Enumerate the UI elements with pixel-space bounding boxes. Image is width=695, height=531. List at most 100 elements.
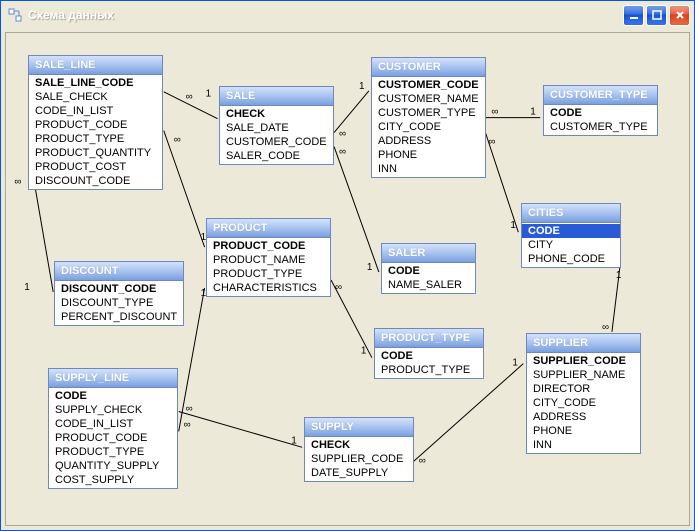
field-product_code[interactable]: PRODUCT_CODE [207,239,330,253]
table-title[interactable]: DISCOUNT [55,262,183,281]
table-discount[interactable]: DISCOUNTDISCOUNT_CODEDISCOUNT_TYPEPERCEN… [54,261,184,326]
table-cities[interactable]: CITIESCODECITYPHONE_CODE [521,203,621,268]
table-title[interactable]: SUPPLY_LINE [49,369,177,388]
field-product_code[interactable]: PRODUCT_CODE [49,431,177,445]
field-characteristics[interactable]: CHARACTERISTICS [207,281,330,295]
field-supply_check[interactable]: SUPPLY_CHECK [49,403,177,417]
field-customer_type[interactable]: CUSTOMER_TYPE [544,120,657,134]
svg-text:∞: ∞ [339,147,346,158]
table-supply[interactable]: SUPPLYCHECKSUPPLIER_CODEDATE_SUPPLY [304,417,414,482]
field-sale_line_code[interactable]: SALE_LINE_CODE [29,76,162,90]
field-product_quantity[interactable]: PRODUCT_QUANTITY [29,146,162,160]
field-product_cost[interactable]: PRODUCT_COST [29,160,162,174]
table-customer_type[interactable]: CUSTOMER_TYPECODECUSTOMER_TYPE [543,85,658,136]
svg-text:∞: ∞ [488,137,495,148]
table-customer[interactable]: CUSTOMERCUSTOMER_CODECUSTOMER_NAMECUSTOM… [371,57,486,178]
titlebar[interactable]: Схема данных [1,1,694,29]
svg-text:∞: ∞ [186,92,193,103]
table-title[interactable]: CUSTOMER [372,58,485,77]
field-supplier_code[interactable]: SUPPLIER_CODE [305,452,413,466]
table-sale_line[interactable]: SALE_LINESALE_LINE_CODESALE_CHECKCODE_IN… [28,55,163,190]
maximize-button[interactable] [646,5,667,26]
field-name_saler[interactable]: NAME_SALER [382,278,475,292]
field-code_in_list[interactable]: CODE_IN_LIST [29,104,162,118]
table-sale[interactable]: SALECHECKSALE_DATECUSTOMER_CODESALER_COD… [219,86,334,165]
field-director[interactable]: DIRECTOR [527,382,640,396]
table-saler[interactable]: SALERCODENAME_SALER [381,243,476,294]
app-icon [7,7,23,23]
field-city[interactable]: CITY [522,238,620,252]
field-product_type[interactable]: PRODUCT_TYPE [49,445,177,459]
svg-text:1: 1 [361,346,367,357]
table-title[interactable]: SALE_LINE [29,56,162,75]
field-code[interactable]: CODE [49,389,177,403]
table-fields: CODESUPPLY_CHECKCODE_IN_LISTPRODUCT_CODE… [49,388,177,488]
field-city_code[interactable]: CITY_CODE [372,120,485,134]
field-percent_discount[interactable]: PERCENT_DISCOUNT [55,310,183,324]
close-button[interactable] [669,5,690,26]
field-discount_code[interactable]: DISCOUNT_CODE [55,282,183,296]
field-check[interactable]: CHECK [220,107,333,121]
window-controls [623,5,690,26]
table-title[interactable]: PRODUCT [207,219,330,238]
svg-text:1: 1 [510,220,516,231]
table-title[interactable]: CUSTOMER_TYPE [544,86,657,105]
table-fields: CODECUSTOMER_TYPE [544,105,657,135]
table-product_type[interactable]: PRODUCT_TYPECODEPRODUCT_TYPE [374,328,484,379]
table-fields: CODEPRODUCT_TYPE [375,348,483,378]
field-product_type[interactable]: PRODUCT_TYPE [207,267,330,281]
field-phone_code[interactable]: PHONE_CODE [522,252,620,266]
field-product_name[interactable]: PRODUCT_NAME [207,253,330,267]
field-code_in_list[interactable]: CODE_IN_LIST [49,417,177,431]
svg-text:1: 1 [206,89,212,100]
table-title[interactable]: SUPPLIER [527,334,640,353]
field-sale_date[interactable]: SALE_DATE [220,121,333,135]
diagram-canvas[interactable]: 1∞ 1∞ 1∞ 1∞ 1∞ 1∞ 1∞ 1∞ 1∞ 1∞ 1∞ 1∞ SALE… [5,32,690,526]
field-quantity_supply[interactable]: QUANTITY_SUPPLY [49,459,177,473]
field-customer_code[interactable]: CUSTOMER_CODE [220,135,333,149]
field-inn[interactable]: INN [372,162,485,176]
field-city_code[interactable]: CITY_CODE [527,396,640,410]
field-sale_check[interactable]: SALE_CHECK [29,90,162,104]
field-address[interactable]: ADDRESS [372,134,485,148]
table-product[interactable]: PRODUCTPRODUCT_CODEPRODUCT_NAMEPRODUCT_T… [206,218,331,297]
svg-text:∞: ∞ [339,129,346,140]
field-product_code[interactable]: PRODUCT_CODE [29,118,162,132]
table-supplier[interactable]: SUPPLIERSUPPLIER_CODESUPPLIER_NAMEDIRECT… [526,333,641,454]
field-cost_supply[interactable]: COST_SUPPLY [49,473,177,487]
table-title[interactable]: CITIES [522,204,620,223]
field-code[interactable]: CODE [544,106,657,120]
table-title[interactable]: SALE [220,87,333,106]
table-fields: CODECITYPHONE_CODE [522,223,620,267]
field-inn[interactable]: INN [527,438,640,452]
field-customer_code[interactable]: CUSTOMER_CODE [372,78,485,92]
table-fields: CHECKSALE_DATECUSTOMER_CODESALER_CODE [220,106,333,164]
field-product_type[interactable]: PRODUCT_TYPE [29,132,162,146]
svg-text:∞: ∞ [335,282,342,293]
field-customer_type[interactable]: CUSTOMER_TYPE [372,106,485,120]
svg-text:1: 1 [291,435,297,446]
field-code[interactable]: CODE [375,349,483,363]
minimize-button[interactable] [623,5,644,26]
field-code[interactable]: CODE [382,264,475,278]
field-address[interactable]: ADDRESS [527,410,640,424]
field-check[interactable]: CHECK [305,438,413,452]
field-phone[interactable]: PHONE [372,148,485,162]
svg-text:∞: ∞ [186,403,193,414]
field-customer_name[interactable]: CUSTOMER_NAME [372,92,485,106]
field-discount_type[interactable]: DISCOUNT_TYPE [55,296,183,310]
table-title[interactable]: SALER [382,244,475,263]
field-discount_code[interactable]: DISCOUNT_CODE [29,174,162,188]
field-code[interactable]: CODE [522,224,620,238]
table-title[interactable]: SUPPLY [305,418,413,437]
svg-text:∞: ∞ [14,176,21,187]
table-supply_line[interactable]: SUPPLY_LINECODESUPPLY_CHECKCODE_IN_LISTP… [48,368,178,489]
field-saler_code[interactable]: SALER_CODE [220,149,333,163]
field-supplier_name[interactable]: SUPPLIER_NAME [527,368,640,382]
field-supplier_code[interactable]: SUPPLIER_CODE [527,354,640,368]
field-product_type[interactable]: PRODUCT_TYPE [375,363,483,377]
field-phone[interactable]: PHONE [527,424,640,438]
table-fields: SUPPLIER_CODESUPPLIER_NAMEDIRECTORCITY_C… [527,353,640,453]
table-title[interactable]: PRODUCT_TYPE [375,329,483,348]
field-date_supply[interactable]: DATE_SUPPLY [305,466,413,480]
